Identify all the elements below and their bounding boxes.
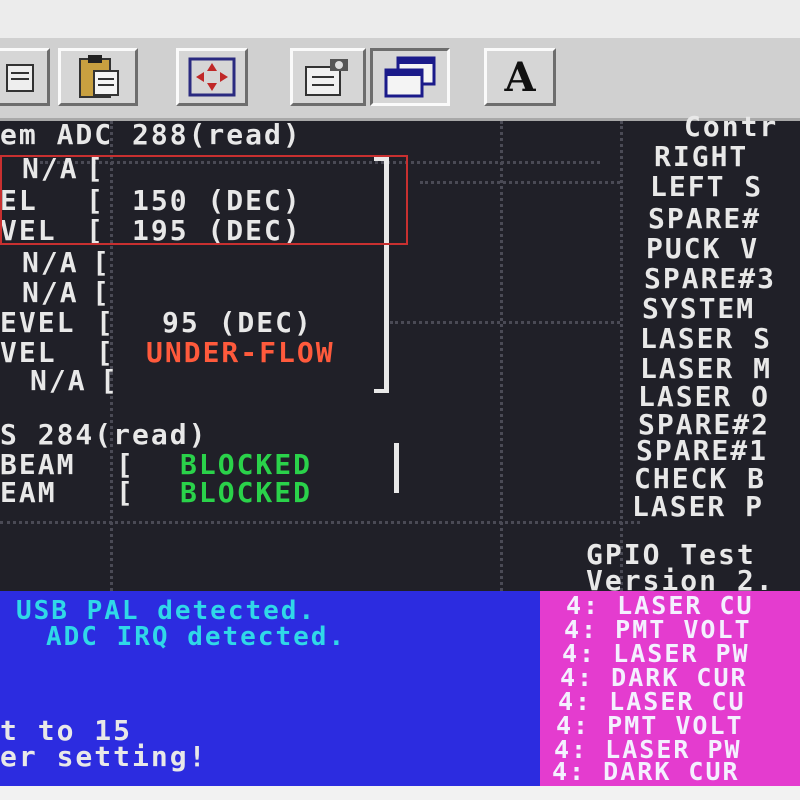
beam-row-1-label: BEAM bbox=[0, 448, 76, 481]
message-line: USB PAL detected. bbox=[16, 596, 317, 626]
bracket-left: [ bbox=[92, 276, 109, 309]
control-item: CHECK B bbox=[634, 462, 767, 495]
doc-icon[interactable] bbox=[0, 48, 50, 106]
menu-item[interactable]: 4: DARK CUR bbox=[552, 759, 740, 784]
font-icon[interactable]: A bbox=[484, 48, 556, 106]
adc-row-7-label: VEL bbox=[0, 336, 57, 369]
control-item: LEFT S bbox=[650, 170, 764, 203]
monitor-bezel-top bbox=[0, 0, 800, 40]
adc-row-6-label: EVEL bbox=[0, 306, 76, 339]
beam-row-2-label: EAM bbox=[0, 476, 57, 509]
menu-panel: 4: LASER CU 4: PMT VOLT 4: LASER PW 4: D… bbox=[540, 591, 800, 786]
control-item: SPARE#3 bbox=[644, 262, 777, 295]
adc-value-3: 95 (DEC) bbox=[162, 306, 313, 339]
font-icon-glyph: A bbox=[504, 53, 536, 101]
beam-status-2: BLOCKED bbox=[180, 476, 313, 509]
message-line: er setting! bbox=[0, 740, 208, 773]
message-line: ADC IRQ detected. bbox=[46, 622, 347, 652]
control-item: SPARE# bbox=[648, 202, 762, 235]
bracket-left: [ bbox=[92, 246, 109, 279]
monitor-bezel-bottom bbox=[0, 786, 800, 800]
control-item: LASER M bbox=[640, 352, 773, 385]
move-arrows-icon[interactable] bbox=[176, 48, 248, 106]
underflow-value: UNDER-FLOW bbox=[146, 336, 335, 369]
bracket-left: [ bbox=[116, 448, 133, 481]
bracket-right-line bbox=[394, 443, 399, 493]
adc-row-4-label: N/A bbox=[22, 246, 79, 279]
bracket-left: [ bbox=[96, 306, 113, 339]
beam-header: S 284(read) bbox=[0, 418, 208, 451]
control-item: LASER O bbox=[638, 380, 771, 413]
control-item: RIGHT bbox=[654, 140, 749, 173]
control-item: LASER S bbox=[640, 322, 773, 355]
main-screen: em ADC 288(read) N/A EL VEL N/A N/A EVEL… bbox=[0, 113, 800, 595]
control-item: SYSTEM bbox=[642, 292, 756, 325]
control-item: PUCK V bbox=[646, 232, 760, 265]
bracket-left: [ bbox=[100, 364, 117, 397]
toolbar: A bbox=[0, 38, 800, 121]
control-header: Contr bbox=[684, 110, 779, 143]
adc-header: em ADC 288(read) bbox=[0, 118, 302, 151]
clipboard-icon[interactable] bbox=[58, 48, 138, 106]
windows-icon[interactable] bbox=[370, 48, 450, 106]
highlight-box bbox=[0, 155, 408, 245]
control-item: SPARE#1 bbox=[636, 434, 769, 467]
bracket-left: [ bbox=[96, 336, 113, 369]
message-panel: USB PAL detected. ADC IRQ detected. t to… bbox=[0, 591, 540, 786]
adc-row-8-label: N/A bbox=[30, 364, 87, 397]
control-item: LASER P bbox=[632, 490, 765, 523]
adc-row-5-label: N/A bbox=[22, 276, 79, 309]
folder-camera-icon[interactable] bbox=[290, 48, 366, 106]
beam-status-1: BLOCKED bbox=[180, 448, 313, 481]
bracket-left: [ bbox=[116, 476, 133, 509]
bracket-right-cap bbox=[374, 389, 388, 393]
